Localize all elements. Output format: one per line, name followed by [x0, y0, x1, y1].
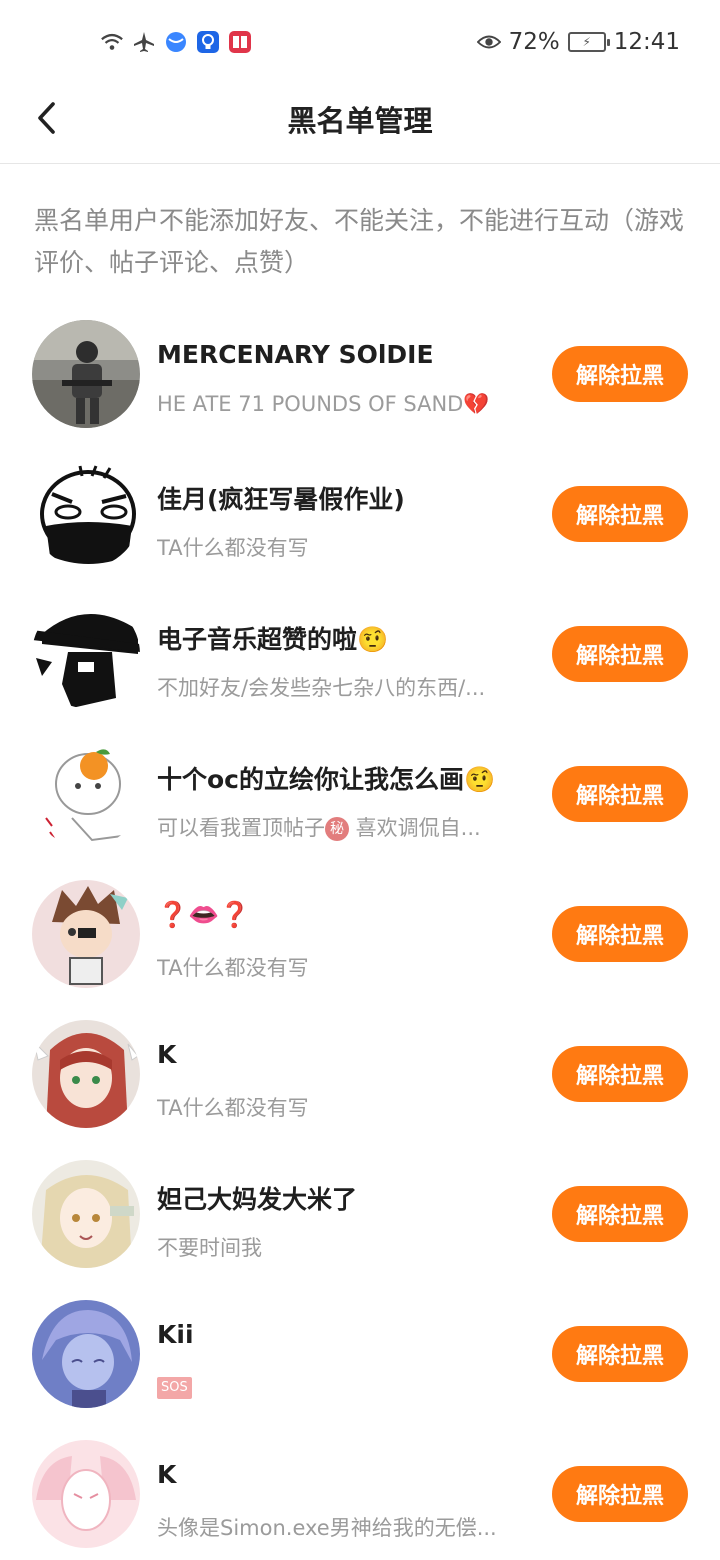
- status-bar: 72% ⚡ 12:41: [0, 0, 720, 84]
- user-bio: 不要时间我: [157, 1236, 262, 1260]
- user-name: Kii: [157, 1320, 194, 1349]
- anime-boy-avatar[interactable]: [32, 880, 140, 988]
- browser-icon: [164, 30, 188, 54]
- user-bio: TA什么都没有写: [157, 1096, 309, 1120]
- unblock-button[interactable]: 解除拉黑: [552, 626, 688, 682]
- wifi-icon: [100, 30, 124, 54]
- blacklist-notice: 黑名单用户不能添加好友、不能关注，不能进行互动（游戏评价、帖子评论、点赞）: [34, 206, 685, 277]
- unblock-button[interactable]: 解除拉黑: [552, 906, 688, 962]
- user-name: ❓👄❓: [157, 900, 251, 929]
- unblock-button[interactable]: 解除拉黑: [552, 486, 688, 542]
- user-bio: HE ATE 71 POUNDS OF SAND💔: [157, 392, 490, 416]
- battery-percent: 72%: [508, 29, 560, 55]
- list-item: 佳月(疯狂写暑假作业) TA什么都没有写 解除拉黑: [0, 444, 720, 584]
- list-item: K TA什么都没有写 解除拉黑: [0, 1004, 720, 1144]
- status-icons-left: [100, 28, 252, 56]
- bulb-icon: [196, 30, 220, 54]
- book-icon: [228, 30, 252, 54]
- user-name: MERCENARY SOlDIE: [157, 340, 434, 369]
- anime-girl-avatar[interactable]: [32, 1020, 140, 1128]
- list-item: 十个oc的立绘你让我怎么画🤨 可以看我置顶帖子秘 喜欢调侃自... 解除拉黑: [0, 724, 720, 864]
- unblock-button[interactable]: 解除拉黑: [552, 1466, 688, 1522]
- anime-pink-avatar[interactable]: [32, 1440, 140, 1548]
- battery-icon: ⚡: [567, 32, 610, 52]
- user-bio: SOS: [157, 1372, 532, 1399]
- orange-head-avatar[interactable]: [32, 740, 140, 848]
- user-bio-text: 可以看我置顶帖子: [157, 816, 325, 840]
- user-bio: TA什么都没有写: [157, 536, 309, 560]
- unblock-button[interactable]: 解除拉黑: [552, 346, 688, 402]
- hat-silhouette-avatar[interactable]: [32, 600, 140, 708]
- top-nav-bar: 黑名单管理: [0, 84, 720, 164]
- eye-icon: [476, 30, 501, 54]
- sos-tag-icon: SOS: [157, 1377, 192, 1399]
- masked-face-avatar[interactable]: [32, 460, 140, 568]
- list-item: K 头像是Simon.exe男神给我的无偿... 解除拉黑: [0, 1424, 720, 1560]
- list-item: 电子音乐超赞的啦🤨 不加好友/会发些杂七杂八的东西/... 解除拉黑: [0, 584, 720, 724]
- anime-blonde-avatar[interactable]: [32, 1160, 140, 1268]
- user-bio: TA什么都没有写: [157, 956, 309, 980]
- user-bio: 头像是Simon.exe男神给我的无偿...: [157, 1516, 497, 1540]
- user-name: 电子音乐超赞的啦🤨: [157, 625, 389, 654]
- list-item: Kii SOS 解除拉黑: [0, 1284, 720, 1424]
- user-bio-text-end: 喜欢调侃自...: [349, 816, 481, 840]
- unblock-button[interactable]: 解除拉黑: [552, 1046, 688, 1102]
- unblock-button[interactable]: 解除拉黑: [552, 1326, 688, 1382]
- unblock-button[interactable]: 解除拉黑: [552, 1186, 688, 1242]
- soldier-avatar[interactable]: [32, 320, 140, 428]
- secret-tag-icon: 秘: [325, 817, 349, 841]
- user-bio: 可以看我置顶帖子秘 喜欢调侃自...: [157, 812, 532, 842]
- user-name: K: [157, 1040, 177, 1069]
- list-item: MERCENARY SOlDIE HE ATE 71 POUNDS OF SAN…: [0, 304, 720, 444]
- page-title: 黑名单管理: [287, 104, 433, 138]
- clock-time: 12:41: [613, 29, 680, 55]
- user-name: K: [157, 1460, 177, 1489]
- airplane-icon: [132, 30, 156, 54]
- list-item: 妲己大妈发大米了 不要时间我 解除拉黑: [0, 1144, 720, 1284]
- anime-blue-avatar[interactable]: [32, 1300, 140, 1408]
- user-name: 佳月(疯狂写暑假作业): [157, 485, 405, 514]
- user-name: 十个oc的立绘你让我怎么画🤨: [157, 765, 496, 794]
- list-item: ❓👄❓ TA什么都没有写 解除拉黑: [0, 864, 720, 1004]
- unblock-button[interactable]: 解除拉黑: [552, 766, 688, 822]
- status-icons-right: 72% ⚡ 12:41: [476, 28, 680, 56]
- blacklist-list: MERCENARY SOlDIE HE ATE 71 POUNDS OF SAN…: [0, 304, 720, 1560]
- user-name: 妲己大妈发大米了: [157, 1185, 358, 1214]
- user-bio: 不加好友/会发些杂七杂八的东西/...: [157, 676, 486, 700]
